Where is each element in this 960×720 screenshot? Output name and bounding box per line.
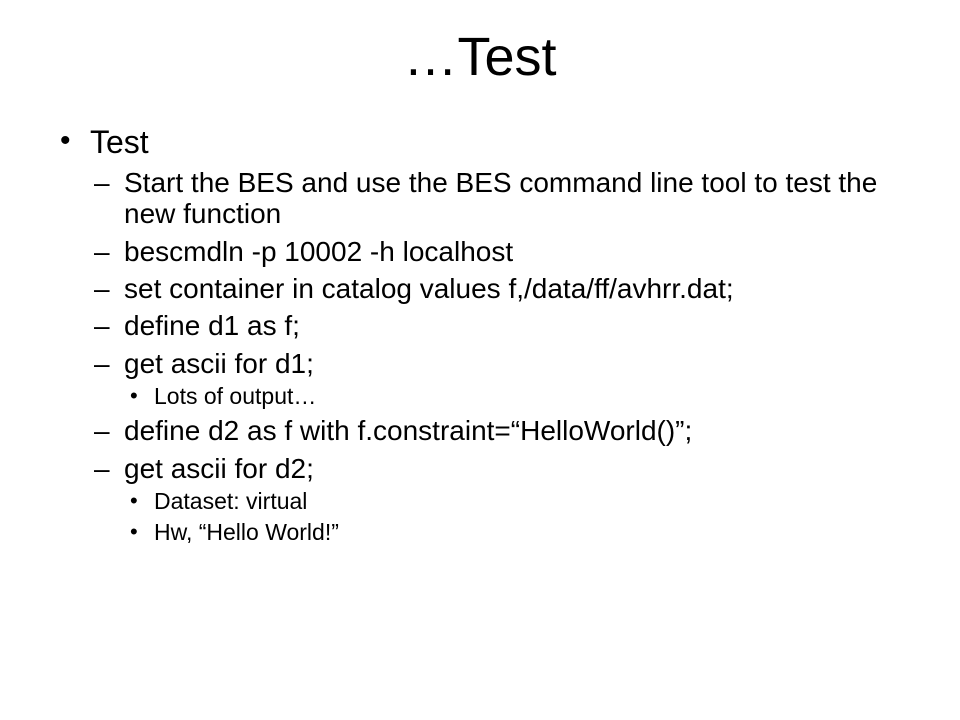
bullet-list-level3: Dataset: virtual Hw, “Hello World!”: [124, 488, 906, 545]
list-item: get ascii for d2; Dataset: virtual Hw, “…: [90, 453, 906, 545]
list-item-text: Test: [90, 124, 149, 160]
bullet-list-level2: Start the BES and use the BES command li…: [90, 167, 906, 545]
list-item: Hw, “Hello World!”: [124, 519, 906, 545]
list-item: Test Start the BES and use the BES comma…: [54, 124, 906, 545]
slide-body: Test Start the BES and use the BES comma…: [54, 124, 906, 553]
list-item-text: Start the BES and use the BES command li…: [124, 167, 877, 229]
list-item: get ascii for d1; Lots of output…: [90, 348, 906, 410]
list-item: Dataset: virtual: [124, 488, 906, 514]
list-item-text: Dataset: virtual: [154, 488, 307, 514]
list-item: bescmdln -p 10002 -h localhost: [90, 236, 906, 267]
list-item-text: define d2 as f with f.constraint=“HelloW…: [124, 415, 692, 446]
list-item-text: define d1 as f;: [124, 310, 300, 341]
list-item-text: Hw, “Hello World!”: [154, 519, 339, 545]
list-item-text: get ascii for d2;: [124, 453, 314, 484]
list-item-text: Lots of output…: [154, 383, 316, 409]
list-item-text: bescmdln -p 10002 -h localhost: [124, 236, 513, 267]
bullet-list-level3: Lots of output…: [124, 383, 906, 409]
list-item-text: get ascii for d1;: [124, 348, 314, 379]
slide: …Test Test Start the BES and use the BES…: [0, 0, 960, 720]
list-item: Lots of output…: [124, 383, 906, 409]
list-item-text: set container in catalog values f,/data/…: [124, 273, 734, 304]
bullet-list-level1: Test Start the BES and use the BES comma…: [54, 124, 906, 545]
list-item: define d2 as f with f.constraint=“HelloW…: [90, 415, 906, 446]
list-item: Start the BES and use the BES command li…: [90, 167, 906, 230]
list-item: set container in catalog values f,/data/…: [90, 273, 906, 304]
slide-title: …Test: [0, 0, 960, 88]
list-item: define d1 as f;: [90, 310, 906, 341]
